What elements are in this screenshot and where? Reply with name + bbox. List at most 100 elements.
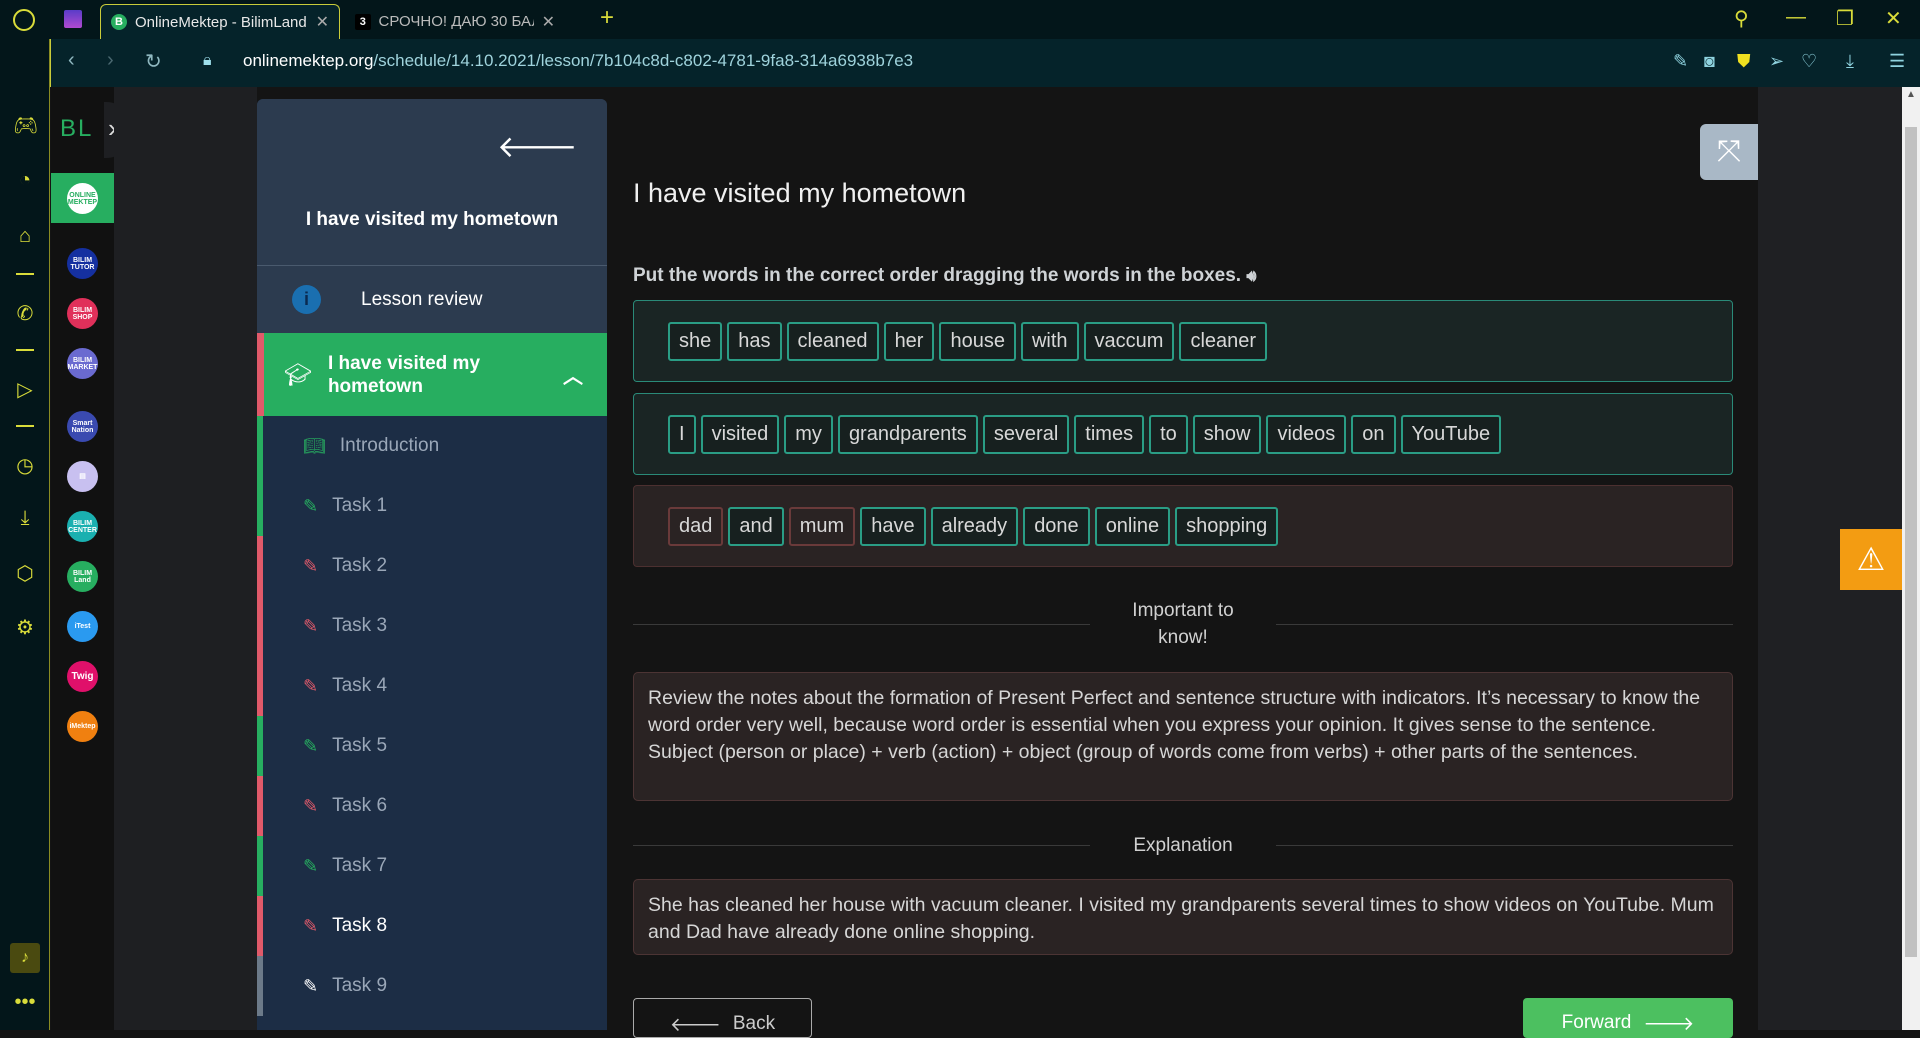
word-chip[interactable]: done xyxy=(1023,506,1090,546)
app-bilim-land[interactable]: BILIM Land xyxy=(67,561,98,592)
word-chip[interactable]: her xyxy=(883,321,935,361)
mute-icon[interactable]: ♪ xyxy=(10,943,40,973)
downloads-icon[interactable]: ⤓ xyxy=(13,507,37,530)
scroll-up-icon[interactable]: ▲ xyxy=(1904,89,1918,103)
sentence-drop-box[interactable]: she has cleaned her house with vaccum cleaner xyxy=(633,300,1733,382)
settings-gear-icon[interactable]: ⚙ xyxy=(13,615,37,640)
lesson-nav-item[interactable]: ✎ Task 3 xyxy=(257,596,607,656)
more-icon[interactable]: ••• xyxy=(13,991,37,1014)
page-scrollbar[interactable]: ▲ xyxy=(1902,87,1920,1030)
snapshot-pin-icon[interactable]: ✎ xyxy=(1673,51,1688,72)
word-chip[interactable]: I xyxy=(668,414,696,454)
heart-icon[interactable]: ♡ xyxy=(1801,51,1817,72)
word-chip[interactable]: and xyxy=(728,506,784,546)
word-chip[interactable]: house xyxy=(939,321,1016,361)
lesson-review-item[interactable]: i Lesson review xyxy=(257,266,607,333)
app-smart-nation[interactable]: Smart Nation xyxy=(67,411,98,442)
speed-dial-icon[interactable]: ◔ xyxy=(13,169,37,192)
cleaner-icon[interactable]: ⌂ xyxy=(13,225,37,248)
word-chip[interactable]: YouTube xyxy=(1400,414,1502,454)
word-chip[interactable]: she xyxy=(668,321,723,361)
word-chip[interactable]: online xyxy=(1094,506,1171,546)
sentence-drop-box[interactable]: Ivisited my grandparents several times to show… xyxy=(633,393,1733,475)
audio-speaker-icon[interactable]: 🔊︎ xyxy=(1246,268,1256,285)
send-icon[interactable]: ➢ xyxy=(1769,51,1784,72)
camera-icon[interactable]: ◙ xyxy=(1704,51,1715,72)
url-field[interactable]: onlinemektep.org/schedule/14.10.2021/les… xyxy=(243,51,913,71)
minimize-button[interactable]: — xyxy=(1786,6,1806,29)
lesson-nav-item[interactable]: ✎ Task 5 xyxy=(257,716,607,776)
lesson-nav-item[interactable]: 📖︎ Introduction xyxy=(257,416,607,476)
word-chip[interactable]: mum xyxy=(788,506,856,546)
word-chip[interactable]: already xyxy=(930,506,1019,546)
lesson-nav-item[interactable]: ✎ Task 8 xyxy=(257,896,607,956)
word-chip[interactable]: has xyxy=(727,321,782,361)
word-chip[interactable]: show xyxy=(1192,414,1262,454)
whatsapp-icon[interactable]: ✆ xyxy=(13,301,37,326)
gamepad-icon[interactable]: 🎮︎ xyxy=(13,113,38,138)
app-bilim-tutor[interactable]: BILIM TUTOR xyxy=(67,248,98,279)
word-chip[interactable]: my xyxy=(784,414,833,454)
word-chip[interactable]: several xyxy=(982,414,1070,454)
restore-button[interactable]: ❐ xyxy=(1836,6,1854,31)
lesson-nav-item[interactable]: ✎ Task 2 xyxy=(257,536,607,596)
app-bilim-center[interactable]: BILIM CENTER xyxy=(67,511,98,542)
close-tab-icon[interactable]: ✕ xyxy=(316,12,329,32)
forward-nav-icon[interactable]: › xyxy=(107,49,114,72)
opera-logo-icon[interactable] xyxy=(13,9,35,31)
app-onlinemektep[interactable]: ONLINE MEKTEP xyxy=(67,183,98,214)
forward-button[interactable]: Forward 🡒 xyxy=(1523,998,1733,1038)
history-icon[interactable]: ◷ xyxy=(13,453,37,478)
extensions-cube-icon[interactable]: ⬡ xyxy=(13,561,37,586)
word-chip[interactable]: grandparents xyxy=(837,414,978,454)
app-twig[interactable]: Twig xyxy=(67,661,98,692)
word-chip[interactable]: to xyxy=(1149,414,1188,454)
close-tab-icon[interactable]: ✕ xyxy=(542,12,555,32)
word-chip[interactable]: times xyxy=(1074,414,1145,454)
bl-logo[interactable]: BL xyxy=(60,115,93,143)
scrollbar-thumb[interactable] xyxy=(1905,127,1917,957)
word-chip[interactable]: vaccum xyxy=(1083,321,1175,361)
app-bilim-shop[interactable]: BILIM SHOP xyxy=(67,298,98,329)
arrow-left-icon: 🡐 xyxy=(669,1015,721,1036)
word-chip[interactable]: dad xyxy=(668,506,724,546)
lesson-nav-item[interactable]: ✎ Task 6 xyxy=(257,776,607,836)
collapse-arrow-left-icon[interactable]: 🡐 xyxy=(497,129,577,165)
divider xyxy=(633,623,1090,625)
chevron-up-icon[interactable]: ︿ xyxy=(563,360,583,389)
search-tabs-icon[interactable]: ⚲ xyxy=(1734,6,1749,31)
vpn-shield-icon[interactable]: ⛊ xyxy=(1737,51,1751,72)
player-icon[interactable]: ▷ xyxy=(13,377,37,402)
lesson-nav-item[interactable]: ✎ Task 7 xyxy=(257,836,607,896)
word-chip[interactable]: with xyxy=(1020,321,1079,361)
back-nav-icon[interactable]: ‹ xyxy=(68,49,75,72)
word-chip[interactable]: shopping xyxy=(1175,506,1279,546)
lesson-nav-item[interactable]: ✎ Task 9 xyxy=(257,956,607,1016)
word-chip[interactable]: cleaned xyxy=(786,321,879,361)
lesson-nav-item[interactable]: ✎ Task 1 xyxy=(257,476,607,536)
app-itest[interactable]: iTest xyxy=(67,611,98,642)
report-warning-button[interactable]: ⚠ xyxy=(1840,529,1902,590)
app-imektep[interactable]: iMektep xyxy=(67,711,98,742)
music-player-icon[interactable] xyxy=(64,10,82,28)
easy-setup-icon[interactable]: ☰ xyxy=(1889,51,1905,72)
word-chip[interactable]: visited xyxy=(700,414,780,454)
fullscreen-button[interactable]: ⤧ xyxy=(1700,124,1758,180)
word-chip[interactable]: have xyxy=(860,506,926,546)
app-bilim-market[interactable]: BILIM MARKET xyxy=(67,348,98,379)
close-window-button[interactable]: ✕ xyxy=(1885,6,1902,31)
active-lesson-item[interactable]: 🎓︎ I have visited my hometown ︿ xyxy=(257,333,607,416)
sentence-drop-box[interactable]: dad and mum have already done online shopping xyxy=(633,485,1733,567)
app-news-icon[interactable]: ▤ xyxy=(67,461,98,492)
word-chip[interactable]: cleaner xyxy=(1179,321,1268,361)
download-icon[interactable]: ⤓ xyxy=(1846,51,1854,72)
tab-onlinemektep[interactable]: B OnlineMektep - BilimLand ✕ xyxy=(100,4,340,39)
tab-znanija[interactable]: 3 СРОЧНО! ДАЮ 30 БАЛЛО ✕ xyxy=(345,4,565,39)
back-label: Back xyxy=(732,1013,776,1034)
lesson-nav-item[interactable]: ✎ Task 4 xyxy=(257,656,607,716)
new-tab-button[interactable]: + xyxy=(600,4,614,32)
back-button[interactable]: 🡐 Back xyxy=(633,998,812,1038)
word-chip[interactable]: videos xyxy=(1266,414,1347,454)
word-chip[interactable]: on xyxy=(1351,414,1396,454)
reload-icon[interactable]: ↻ xyxy=(145,49,162,74)
